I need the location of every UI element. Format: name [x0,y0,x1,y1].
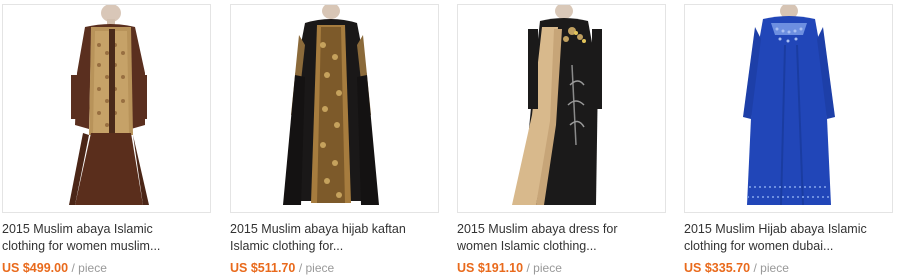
product-title-line[interactable]: 2015 Muslim Hijab abaya Islamic [684,221,898,238]
product-price: US $335.70 [684,261,751,275]
price-row: US $335.70 / piece [684,260,789,276]
price-unit: / piece [71,261,107,275]
product-title-line[interactable]: 2015 Muslim abaya dress for [457,221,671,238]
product-title[interactable]: 2015 Muslim abaya dress for women Islami… [457,221,671,255]
product-price: US $191.10 [457,261,524,275]
price-unit: / piece [298,261,335,275]
price-row: US $499.00 / piece [2,260,107,276]
product-title-line[interactable]: Islamic clothing for... [230,238,444,255]
product-image [231,5,438,212]
product-title-line[interactable]: clothing for women muslim... [2,238,216,255]
product-image-link[interactable] [2,4,211,213]
product-card[interactable]: 2015 Muslim abaya hijab kaftan Islamic c… [228,0,441,280]
product-price: US $499.00 [2,261,69,275]
product-card[interactable]: 2015 Muslim abaya Islamic clothing for w… [0,0,213,280]
product-title[interactable]: 2015 Muslim abaya hijab kaftan Islamic c… [230,221,444,255]
product-image-link[interactable] [230,4,439,213]
product-title[interactable]: 2015 Muslim Hijab abaya Islamic clothing… [684,221,898,255]
product-image [685,5,892,212]
product-title[interactable]: 2015 Muslim abaya Islamic clothing for w… [2,221,216,255]
product-title-line[interactable]: 2015 Muslim abaya hijab kaftan [230,221,444,238]
price-row: US $511.70 / piece [230,260,334,276]
product-title-line[interactable]: women Islamic clothing... [457,238,671,255]
product-image [3,5,210,212]
price-unit: / piece [753,261,789,275]
product-card[interactable]: 2015 Muslim Hijab abaya Islamic clothing… [682,0,895,280]
price-row: US $191.10 / piece [457,260,562,276]
product-grid: 2015 Muslim abaya Islamic clothing for w… [0,0,900,280]
product-card[interactable]: 2015 Muslim abaya dress for women Islami… [455,0,668,280]
price-unit: / piece [526,261,562,275]
product-title-line[interactable]: 2015 Muslim abaya Islamic [2,221,216,238]
product-image-link[interactable] [457,4,666,213]
product-image [458,5,665,212]
product-image-link[interactable] [684,4,893,213]
product-price: US $511.70 [230,261,296,275]
product-title-line[interactable]: clothing for women dubai... [684,238,898,255]
